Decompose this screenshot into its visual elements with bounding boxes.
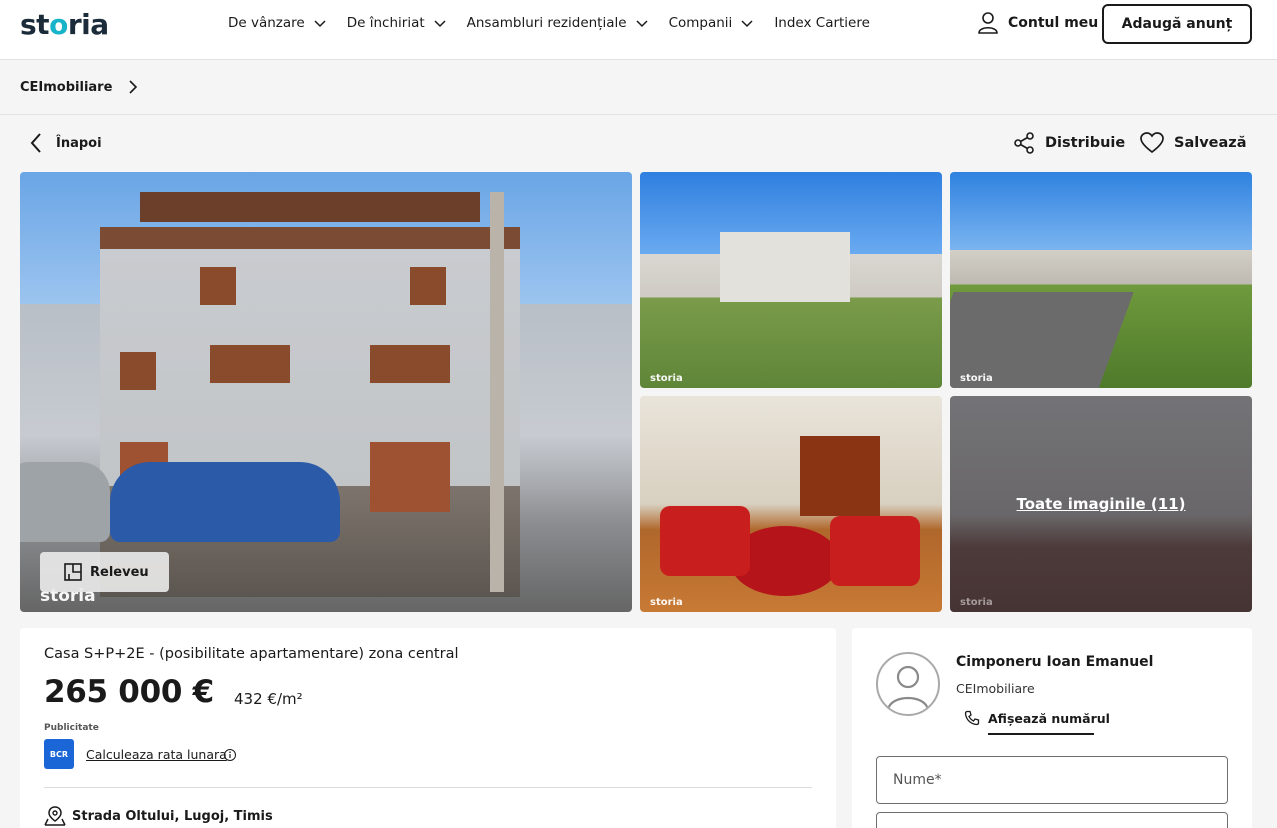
agent-card: Cimponeru Ioan Emanuel CEImobiliare Afiș… xyxy=(852,628,1252,828)
storia-watermark: storia xyxy=(650,597,683,608)
phone-underline xyxy=(988,733,1094,735)
nav-label: De vânzare xyxy=(228,15,305,31)
main-photo[interactable]: storia xyxy=(20,172,632,612)
photo-detail xyxy=(720,232,850,302)
logo-text-end: ria xyxy=(67,8,109,41)
nav-label: De închiriat xyxy=(346,15,425,31)
gallery-photo-3[interactable]: storia xyxy=(950,172,1252,388)
share-icon xyxy=(1014,132,1034,154)
chevron-down-icon xyxy=(636,20,648,28)
photo-detail xyxy=(200,267,236,305)
all-images-tile[interactable]: Toate imaginile (11) storia xyxy=(950,396,1252,612)
phone-icon xyxy=(964,710,980,726)
bcr-logo-text: BCR xyxy=(49,749,69,759)
info-icon[interactable] xyxy=(223,748,237,762)
chevron-left-icon xyxy=(30,133,41,153)
account-link[interactable]: Contul meu xyxy=(978,12,1098,34)
ad-label: Publicitate xyxy=(44,723,99,733)
save-label: Salvează xyxy=(1174,135,1247,151)
share-button[interactable]: Distribuie xyxy=(1013,132,1125,154)
nav-item-residential[interactable]: Ansambluri rezidențiale xyxy=(467,15,649,31)
photo-detail xyxy=(110,462,340,542)
nav-item-companies[interactable]: Companii xyxy=(669,15,755,31)
nav-label: Companii xyxy=(668,15,733,31)
price-per-m2: 432 €/m² xyxy=(234,690,303,708)
nav-item-for-sale[interactable]: De vânzare xyxy=(228,15,327,31)
address-label: Strada Oltului, Lugoj, Timis xyxy=(72,808,273,824)
agent-name: Cimponeru Ioan Emanuel xyxy=(956,654,1154,670)
photo-detail xyxy=(20,462,110,542)
nav-item-for-rent[interactable]: De închiriat xyxy=(347,15,447,31)
logo-text-o: o xyxy=(49,8,68,41)
photo-detail xyxy=(140,192,480,222)
floor-plan-button[interactable]: Releveu xyxy=(40,552,169,592)
heart-icon xyxy=(1140,132,1164,154)
avatar xyxy=(876,652,940,716)
photo-detail xyxy=(210,345,290,383)
save-button[interactable]: Salvează xyxy=(1140,132,1247,154)
storia-watermark: storia xyxy=(960,597,993,608)
agency-name[interactable]: CEImobiliare xyxy=(956,681,1035,696)
photo-detail xyxy=(370,442,450,512)
name-input[interactable] xyxy=(876,756,1228,804)
second-input[interactable] xyxy=(876,812,1228,828)
photo-detail xyxy=(410,267,446,305)
chevron-down-icon xyxy=(434,20,446,28)
photo-detail xyxy=(800,436,880,516)
listing-address[interactable]: Strada Oltului, Lugoj, Timis xyxy=(44,806,273,826)
gallery-photo-4[interactable]: storia xyxy=(640,396,942,612)
chevron-down-icon xyxy=(741,20,753,28)
floor-plan-label: Releveu xyxy=(90,564,149,580)
listing-title: Casa S+P+2E - (posibilitate apartamentar… xyxy=(44,646,459,662)
listing-details-card: Casa S+P+2E - (posibilitate apartamentar… xyxy=(20,628,836,828)
show-phone-label: Afișează numărul xyxy=(988,710,1110,726)
calculate-rate-link[interactable]: Calculeaza rata lunara xyxy=(86,747,227,762)
back-label: Înapoi xyxy=(56,135,102,151)
top-header: storia De vânzare De închiriat Ansamblur… xyxy=(0,0,1277,60)
share-label: Distribuie xyxy=(1045,135,1126,151)
photo-detail xyxy=(830,516,920,586)
bcr-logo: BCR xyxy=(44,739,74,769)
main-nav: De vânzare De închiriat Ansambluri rezid… xyxy=(228,0,890,46)
breadcrumb: CEImobiliare xyxy=(0,61,1277,115)
nav-label: Index Cartiere xyxy=(774,15,870,31)
divider xyxy=(44,787,812,788)
nav-label: Ansambluri rezidențiale xyxy=(466,15,627,31)
photo-detail xyxy=(120,352,156,390)
all-images-link[interactable]: Toate imaginile (11) xyxy=(950,495,1252,513)
photo-detail xyxy=(370,345,450,383)
floor-plan-icon xyxy=(64,563,82,581)
logo-text-start: st xyxy=(20,8,50,41)
user-icon xyxy=(978,12,998,34)
add-listing-button[interactable]: Adaugă anunț xyxy=(1102,4,1252,44)
map-pin-icon xyxy=(44,806,66,826)
breadcrumb-label: CEImobiliare xyxy=(20,79,113,95)
photo-detail xyxy=(660,506,750,576)
photo-detail xyxy=(490,192,504,592)
breadcrumb-agency-link[interactable]: CEImobiliare xyxy=(20,79,138,95)
storia-watermark: storia xyxy=(650,373,683,384)
gallery-photo-2[interactable]: storia xyxy=(640,172,942,388)
account-label: Contul meu xyxy=(1008,15,1099,31)
user-avatar-icon xyxy=(886,665,930,711)
listing-price: 265 000 € xyxy=(44,674,214,710)
chevron-right-icon xyxy=(129,80,138,94)
nav-item-index-cartiere[interactable]: Index Cartiere xyxy=(774,15,870,31)
back-link[interactable]: Înapoi xyxy=(30,132,102,154)
storia-logo[interactable]: storia xyxy=(20,8,109,41)
show-phone-button[interactable]: Afișează numărul xyxy=(964,710,1110,726)
storia-watermark: storia xyxy=(960,373,993,384)
chevron-down-icon xyxy=(314,20,326,28)
